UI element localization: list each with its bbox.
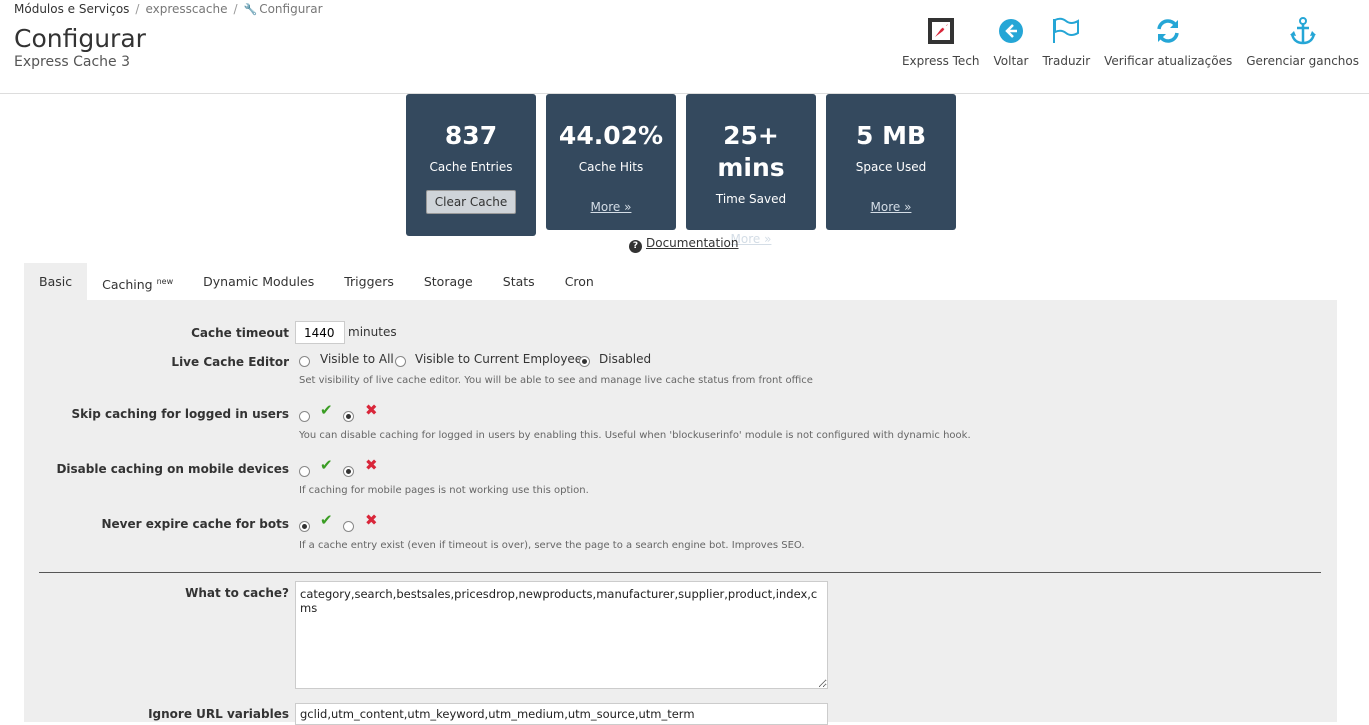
cross-icon: ✖	[365, 511, 378, 529]
page-title: Configurar	[14, 24, 146, 53]
what-to-cache-textarea[interactable]: category,search,bestsales,pricesdrop,new…	[295, 581, 828, 689]
stat-time-saved: 25+ mins Time Saved More »	[686, 94, 816, 246]
wrench-icon: 🔧	[243, 3, 258, 16]
what-to-cache-label: What to cache?	[185, 586, 289, 600]
manage-hooks-button[interactable]: Gerenciar ganchos	[1246, 14, 1359, 68]
tab-storage[interactable]: Storage	[409, 263, 488, 300]
documentation-link[interactable]: ? Documentation	[629, 236, 739, 253]
live-editor-label: Live Cache Editor	[171, 355, 289, 369]
cross-icon: ✖	[365, 456, 378, 474]
stats-panel: 837 Cache Entries Clear Cache 44.02% Cac…	[406, 94, 966, 246]
more-link[interactable]: More »	[871, 200, 912, 214]
stat-value: 44.02%	[558, 121, 664, 150]
radio-visible-all[interactable]	[299, 356, 310, 367]
radio-visible-employee[interactable]	[395, 356, 406, 367]
section-divider	[39, 572, 1321, 573]
page-header: Módulos e Serviços / expresscache / 🔧 Configu…	[0, 0, 1369, 94]
flag-icon	[1049, 14, 1083, 48]
toolbar: Express Tech Voltar Traduzir Verificar a…	[888, 14, 1359, 68]
stat-cache-hits: 44.02% Cache Hits More »	[546, 94, 676, 230]
check-updates-button[interactable]: Verificar atualizações	[1104, 14, 1232, 68]
anchor-icon	[1286, 14, 1320, 48]
refresh-icon	[1151, 14, 1185, 48]
radio-skip-logged-no[interactable]	[343, 411, 354, 422]
option-visible-all: Visible to All	[320, 352, 394, 366]
cache-timeout-label: Cache timeout	[191, 326, 289, 340]
new-badge: new	[156, 277, 174, 286]
back-arrow-icon	[994, 14, 1028, 48]
option-visible-employee: Visible to Current Employee	[415, 352, 583, 366]
tab-dynamic-modules[interactable]: Dynamic Modules	[188, 263, 329, 300]
check-icon: ✔	[320, 456, 333, 474]
express-tech-button[interactable]: Express Tech	[902, 14, 980, 68]
radio-never-expire-yes[interactable]	[299, 521, 310, 532]
never-expire-help: If a cache entry exist (even if timeout …	[299, 540, 805, 551]
radio-never-expire-no[interactable]	[343, 521, 354, 532]
clear-cache-button[interactable]: Clear Cache	[425, 190, 517, 214]
tab-basic[interactable]: Basic	[24, 263, 88, 300]
radio-skip-logged-yes[interactable]	[299, 411, 310, 422]
question-icon: ?	[629, 240, 642, 253]
skip-logged-help: You can disable caching for logged in us…	[299, 430, 971, 441]
skip-logged-label: Skip caching for logged in users	[71, 407, 289, 421]
stat-caption: Space Used	[855, 160, 927, 174]
stat-cache-entries: 837 Cache Entries Clear Cache	[406, 94, 536, 236]
check-icon: ✔	[320, 511, 333, 529]
stat-caption: Time Saved	[715, 192, 787, 206]
stat-value: 5 MB	[855, 121, 927, 150]
never-expire-label: Never expire cache for bots	[101, 517, 289, 531]
stat-space-used: 5 MB Space Used More »	[826, 94, 956, 230]
timeout-unit: minutes	[348, 325, 397, 339]
disable-mobile-help: If caching for mobile pages is not worki…	[299, 485, 589, 496]
breadcrumb-modules[interactable]: Módulos e Serviços	[14, 2, 129, 16]
more-link[interactable]: More »	[591, 200, 632, 214]
radio-disabled[interactable]	[579, 356, 590, 367]
tab-cron[interactable]: Cron	[550, 263, 609, 300]
tab-triggers[interactable]: Triggers	[329, 263, 409, 300]
breadcrumb-current: Configurar	[259, 2, 323, 16]
back-button[interactable]: Voltar	[994, 14, 1028, 68]
radio-disable-mobile-yes[interactable]	[299, 466, 310, 477]
stat-value: 25+ mins	[717, 121, 785, 182]
translate-button[interactable]: Traduzir	[1042, 14, 1090, 68]
cache-timeout-input[interactable]	[295, 321, 345, 344]
tab-caching[interactable]: Caching new	[87, 263, 188, 300]
tab-stats[interactable]: Stats	[488, 263, 550, 300]
live-editor-help: Set visibility of live cache editor. You…	[299, 375, 813, 386]
breadcrumb-module[interactable]: expresscache	[145, 2, 227, 16]
tab-bar: Basic Caching new Dynamic Modules Trigge…	[24, 263, 609, 300]
basic-settings-panel: Cache timeout minutes Live Cache Editor …	[24, 300, 1337, 725]
ignore-url-label: Ignore URL variables	[148, 707, 289, 721]
option-disabled: Disabled	[599, 352, 652, 366]
stat-value: 837	[444, 121, 498, 150]
stat-caption: Cache Hits	[578, 160, 644, 174]
page-subtitle: Express Cache 3	[14, 54, 131, 70]
radio-disable-mobile-no[interactable]	[343, 466, 354, 477]
cross-icon: ✖	[365, 401, 378, 419]
disable-mobile-label: Disable caching on mobile devices	[56, 462, 289, 476]
check-icon: ✔	[320, 401, 333, 419]
rocket-icon	[924, 14, 958, 48]
breadcrumb: Módulos e Serviços / expresscache / 🔧 Configu…	[14, 2, 323, 16]
stat-caption: Cache Entries	[429, 160, 513, 174]
